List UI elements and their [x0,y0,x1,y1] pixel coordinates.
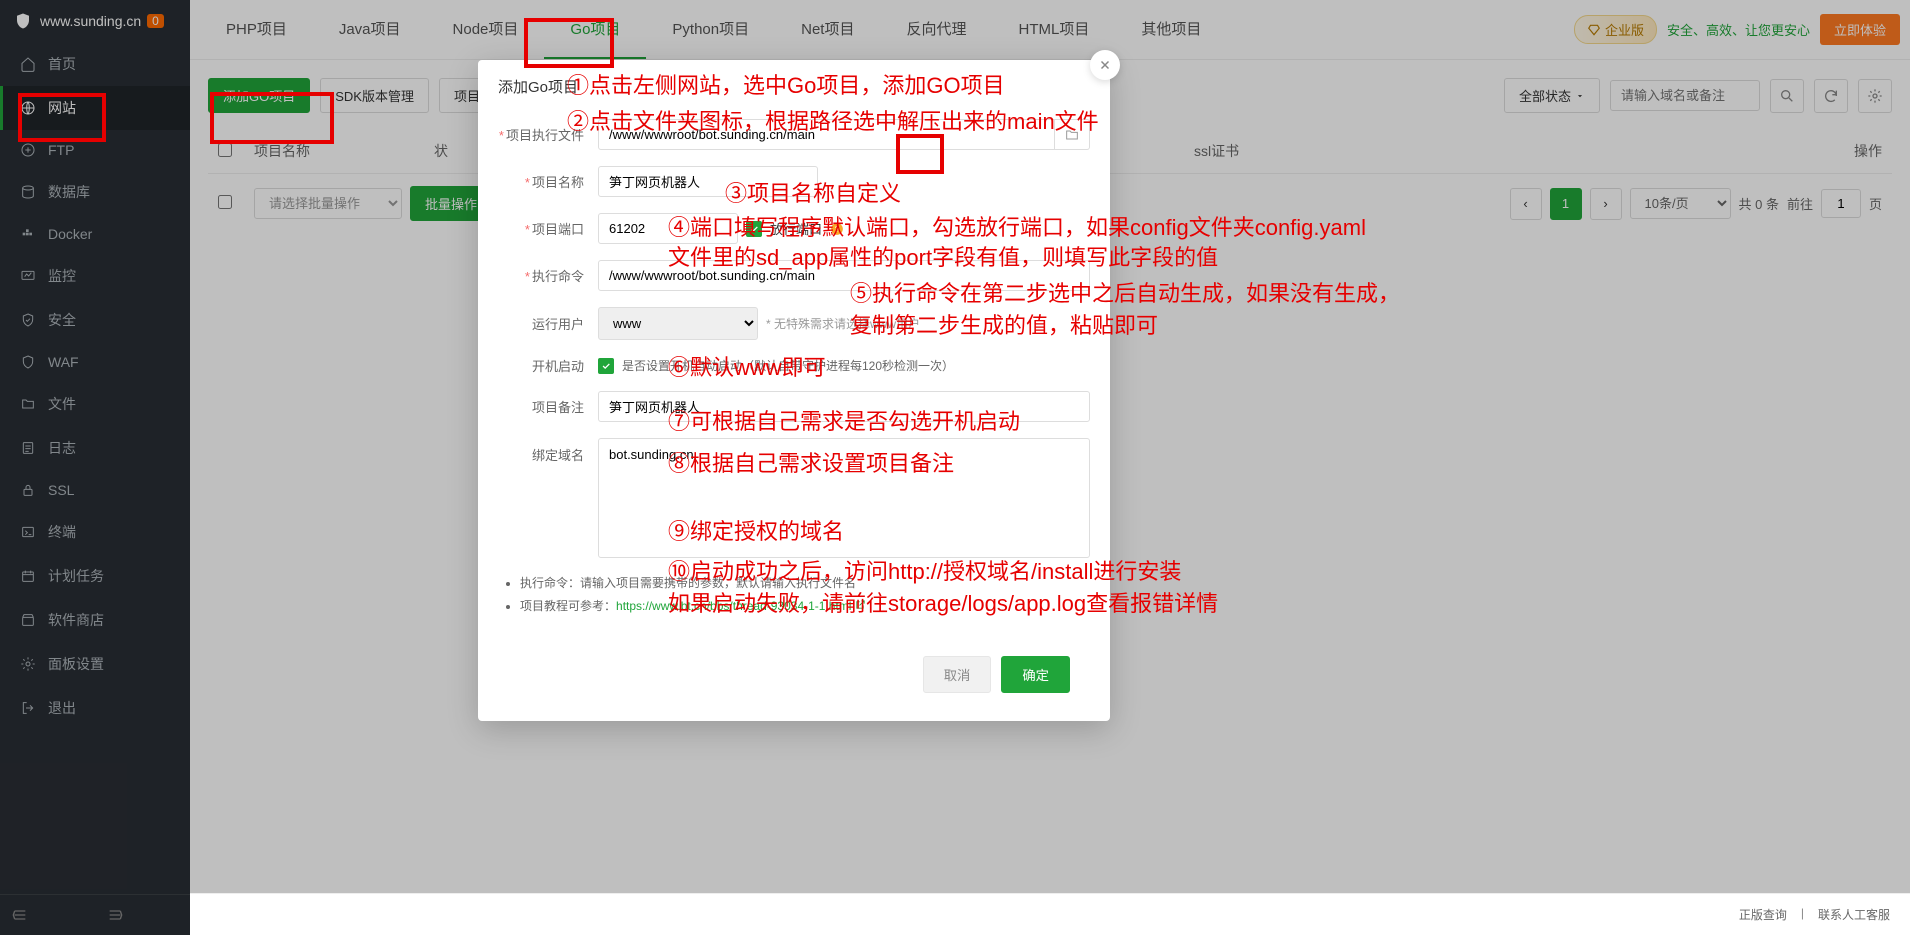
question-icon[interactable]: ? [830,222,844,236]
port-input[interactable] [598,213,738,244]
project-name-input[interactable] [598,166,818,197]
close-icon [1098,58,1112,72]
run-user-label: 运行用户 [532,317,584,332]
exec-file-input[interactable] [598,119,1055,150]
allow-port-label: 放行端口 [770,219,822,238]
modal-close-button[interactable] [1090,50,1120,80]
tips: 执行命令：请输入项目需要携带的参数，默认请输入执行文件名 项目教程可参考：htt… [498,574,1090,614]
exec-cmd-input[interactable] [598,260,1090,291]
domain-textarea[interactable]: bot.sunding.cn [598,438,1090,558]
exec-file-label: 项目执行文件 [506,128,584,143]
check-icon [601,361,611,371]
add-go-project-modal: 添加Go项目 *项目执行文件 *项目名称 *项目端口 [478,60,1110,721]
tip-cmd: 执行命令：请输入项目需要携带的参数，默认请输入执行文件名 [520,574,1090,591]
boot-checkbox[interactable] [598,358,614,374]
modal-title: 添加Go项目 [478,60,1110,113]
port-label: 项目端口 [532,222,584,237]
project-name-label: 项目名称 [532,175,584,190]
run-user-select[interactable]: www [598,307,758,340]
domain-label: 绑定域名 [532,448,584,463]
run-user-hint: * 无特殊需求请选择www用户 [766,315,920,332]
remark-input[interactable] [598,391,1090,422]
folder-icon [1064,127,1080,143]
modal-footer: 取消 确定 [498,642,1090,707]
tip-tutorial: 项目教程可参考：https://www.bt.cn/bbs/thread-930… [520,597,1090,614]
footer-support-link[interactable]: 联系人工客服 [1818,906,1890,923]
exec-cmd-label: 执行命令 [532,269,584,284]
allow-port-checkbox[interactable] [746,221,762,237]
footer: 正版查询 | 联系人工客服 [190,893,1910,935]
browse-folder-button[interactable] [1055,119,1090,150]
footer-query-link[interactable]: 正版查询 [1739,906,1787,923]
tutorial-link[interactable]: https://www.bt.cn/bbs/thread-93034-1-1.h… [616,599,851,613]
cancel-button[interactable]: 取消 [923,656,992,693]
svg-text:?: ? [835,224,840,233]
remark-label: 项目备注 [532,400,584,415]
confirm-button[interactable]: 确定 [1001,656,1070,693]
external-link-icon [855,599,866,610]
check-icon [749,224,759,234]
boot-text: 是否设置开机自动启动（默认自带守护进程每120秒检测一次） [622,357,954,374]
boot-label: 开机启动 [532,359,584,374]
